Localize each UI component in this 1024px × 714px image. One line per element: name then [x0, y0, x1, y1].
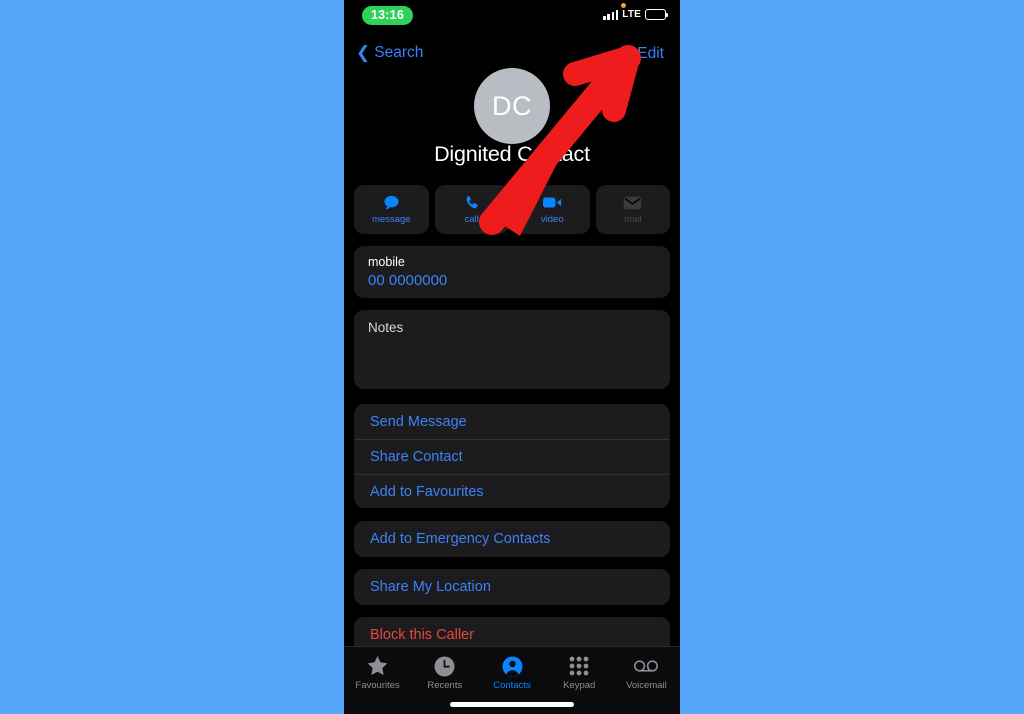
voicemail-icon: [634, 655, 659, 677]
status-bar: 13:16 LTE: [344, 0, 680, 30]
message-action-button[interactable]: message: [354, 185, 429, 234]
battery-icon: [645, 9, 669, 20]
network-type-label: LTE: [622, 9, 641, 20]
navigation-bar: ❮ Search Edit: [344, 44, 680, 70]
notes-card[interactable]: Notes: [354, 310, 670, 389]
keypad-grid-icon: [569, 655, 589, 677]
chevron-left-icon: ❮: [356, 43, 371, 62]
person-circle-icon: [502, 655, 523, 677]
tab-contacts-label: Contacts: [493, 680, 531, 691]
phone-number-card[interactable]: mobile 00 0000000: [354, 246, 670, 298]
envelope-icon: [623, 194, 642, 211]
mail-action-button: mail: [595, 185, 670, 234]
tab-voicemail[interactable]: Voicemail: [613, 655, 680, 691]
cellular-bars-icon: [603, 9, 619, 20]
video-action-label: video: [540, 214, 564, 225]
add-to-favourites-row[interactable]: Add to Favourites: [354, 474, 670, 508]
avatar[interactable]: DC: [474, 68, 550, 144]
add-to-emergency-contacts-row[interactable]: Add to Emergency Contacts: [354, 521, 670, 556]
call-action-button[interactable]: call: [434, 185, 509, 234]
message-action-label: message: [371, 214, 411, 225]
call-action-label: call: [464, 214, 479, 225]
edit-button[interactable]: Edit: [637, 45, 664, 63]
video-action-button[interactable]: video: [515, 185, 590, 234]
clock-icon: [434, 655, 455, 677]
tab-favourites[interactable]: Favourites: [344, 655, 411, 691]
share-my-location-row[interactable]: Share My Location: [354, 569, 670, 604]
tab-keypad[interactable]: Keypad: [546, 655, 613, 691]
send-message-row[interactable]: Send Message: [354, 404, 670, 439]
back-button-label: Search: [374, 44, 424, 61]
tab-recents-label: Recents: [427, 680, 463, 691]
notes-label: Notes: [368, 320, 404, 335]
emergency-contacts-card: Add to Emergency Contacts: [354, 521, 670, 557]
status-bar-time: 13:16: [362, 6, 413, 25]
contact-name: Dignited Contact: [434, 142, 590, 166]
message-bubble-icon: [383, 194, 400, 211]
home-indicator: [450, 702, 574, 707]
tab-contacts[interactable]: Contacts: [478, 655, 545, 691]
phone-number-label: mobile: [368, 255, 405, 269]
tab-favourites-label: Favourites: [355, 680, 400, 691]
phone-screen: 13:16 LTE ❮ Search Edit DC Dignited Cont…: [344, 0, 680, 714]
video-camera-icon: [542, 194, 562, 211]
avatar-initials: DC: [492, 90, 532, 121]
orange-dot-icon: [621, 3, 626, 8]
share-contact-row[interactable]: Share Contact: [354, 439, 670, 474]
tab-voicemail-label: Voicemail: [626, 680, 667, 691]
contact-actions-card: Send Message Share Contact Add to Favour…: [354, 404, 670, 508]
share-location-card: Share My Location: [354, 569, 670, 605]
star-icon: [367, 655, 388, 677]
phone-handset-icon: [464, 194, 480, 211]
tab-keypad-label: Keypad: [563, 680, 596, 691]
tab-recents[interactable]: Recents: [411, 655, 478, 691]
status-bar-indicators: LTE: [603, 9, 669, 20]
phone-number-value[interactable]: 00 0000000: [368, 271, 656, 291]
mail-action-label: mail: [624, 214, 642, 225]
quick-actions-row: message call video mail: [354, 185, 670, 234]
back-button[interactable]: ❮ Search: [356, 44, 423, 62]
